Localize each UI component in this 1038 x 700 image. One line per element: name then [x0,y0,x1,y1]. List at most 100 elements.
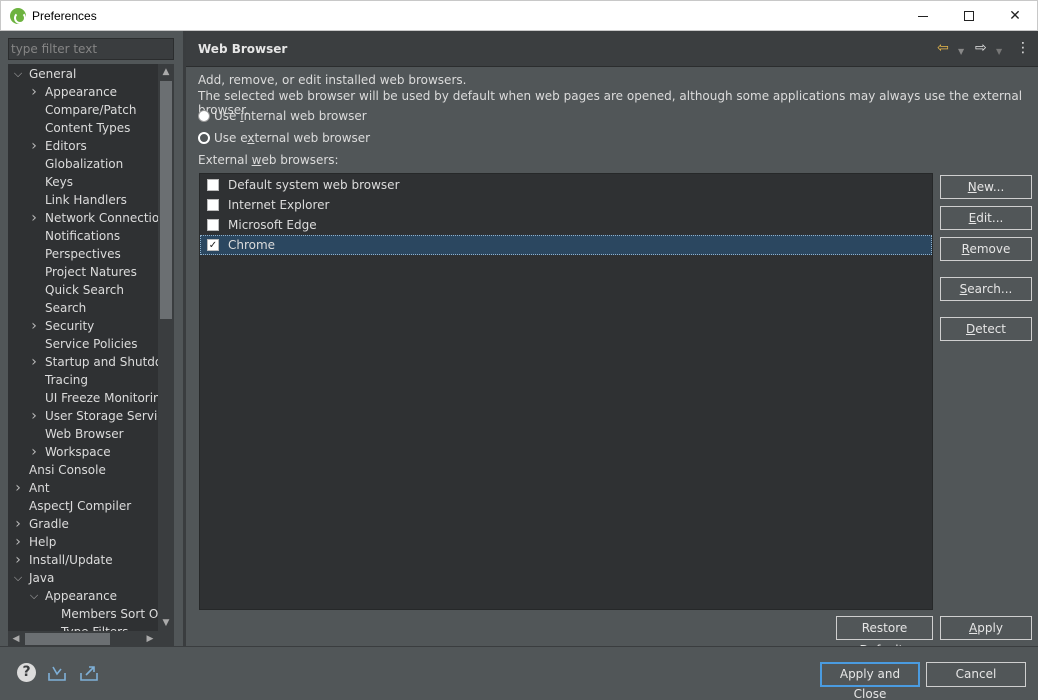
chevron-right-icon[interactable]: › [29,353,39,371]
scroll-down-icon[interactable]: ▼ [158,615,174,631]
scroll-thumb-horizontal[interactable] [25,633,110,645]
tree-item[interactable]: Search [8,299,158,317]
browser-list-item[interactable]: ✓ Chrome [200,235,932,255]
minimize-button[interactable] [900,1,946,31]
tree-item[interactable]: Perspectives [8,245,158,263]
tree-item[interactable]: ⌵ General [8,65,158,83]
chevron-down-icon[interactable]: ⌵ [13,65,23,83]
forward-arrow-icon[interactable]: ⇨ [975,40,987,56]
tree-item[interactable]: › Network Connection [8,209,158,227]
tree-item[interactable]: Web Browser [8,425,158,443]
remove-button[interactable]: Remove [940,237,1032,261]
minimize-icon [918,15,928,17]
browser-list-item[interactable]: Default system web browser [200,175,932,195]
close-button[interactable]: ✕ [992,1,1038,31]
tree-item[interactable]: › Workspace [8,443,158,461]
chevron-right-icon[interactable]: › [13,515,23,533]
view-menu-icon[interactable]: ⋮ [1016,40,1030,56]
tree-item[interactable]: Service Policies [8,335,158,353]
chevron-down-icon[interactable]: ⌵ [29,587,39,605]
tree-item[interactable]: UI Freeze Monitoring [8,389,158,407]
filter-input[interactable] [8,38,174,60]
tree-item[interactable]: Link Handlers [8,191,158,209]
cancel-button[interactable]: Cancel [926,662,1026,687]
tree-item-label: Link Handlers [45,193,127,207]
chevron-right-icon[interactable]: › [29,443,39,461]
back-dropdown-icon[interactable]: ▼ [958,44,964,60]
back-arrow-icon[interactable]: ⇦ [937,40,949,56]
scroll-thumb[interactable] [160,81,172,319]
tree-item[interactable]: AspectJ Compiler [8,497,158,515]
chevron-right-icon[interactable]: › [13,533,23,551]
tree-vertical-scrollbar[interactable]: ▲ ▼ [158,64,174,631]
tree-item[interactable]: › Editors [8,137,158,155]
tree-item-label: Startup and Shutdow [45,355,158,369]
tree-item[interactable]: Quick Search [8,281,158,299]
chevron-right-icon[interactable]: › [29,137,39,155]
apply-button[interactable]: Apply [940,616,1032,640]
tree-item-label: Appearance [45,85,118,99]
tree-item[interactable]: › Help [8,533,158,551]
external-browsers-list[interactable]: Default system web browser Internet Explo… [199,173,933,610]
tree-item[interactable]: › Gradle [8,515,158,533]
restore-defaults-button[interactable]: Restore Defaults [836,616,933,657]
browser-checkbox[interactable] [207,199,219,211]
browser-checkbox[interactable] [207,219,219,231]
maximize-button[interactable] [946,1,992,31]
tree-item[interactable]: › User Storage Service [8,407,158,425]
chevron-right-icon[interactable]: › [29,209,39,227]
tree-item[interactable]: › Ant [8,479,158,497]
tree-item[interactable]: Project Natures [8,263,158,281]
tree-item[interactable]: › Appearance [8,83,158,101]
browser-checkbox[interactable] [207,179,219,191]
scroll-corner [158,631,174,647]
chevron-down-icon[interactable]: ⌵ [13,569,23,587]
tree-item[interactable]: Notifications [8,227,158,245]
tree-horizontal-scrollbar[interactable]: ◀ ▶ [8,631,158,647]
tree-item-label: Web Browser [45,427,124,441]
tree-item[interactable]: Tracing [8,371,158,389]
tree-item-label: Perspectives [45,247,121,261]
tree-item[interactable]: › Security [8,317,158,335]
help-icon[interactable]: ? [17,663,36,682]
export-icon[interactable] [79,663,99,683]
tree-item[interactable]: Content Types [8,119,158,137]
tree-item[interactable]: Members Sort Ord [8,605,158,623]
tree-item[interactable]: ⌵ Appearance [8,587,158,605]
tree-item-label: Type Filters [61,623,128,631]
chevron-right-icon[interactable]: › [29,83,39,101]
browser-list-item[interactable]: Internet Explorer [200,195,932,215]
scroll-right-icon[interactable]: ▶ [142,631,158,647]
forward-dropdown-icon[interactable]: ▼ [996,44,1002,60]
edit-button[interactable]: Edit... [940,206,1032,230]
radio-indicator [198,132,210,144]
tree-item[interactable]: ⌵ Java [8,569,158,587]
chevron-right-icon[interactable]: › [29,317,39,335]
apply-and-close-button[interactable]: Apply and Close [820,662,920,700]
dialog-footer: ? Apply and Close Cancel [0,646,1038,700]
tree-item[interactable]: Compare/Patch [8,101,158,119]
tree-item-label: Java [29,571,55,585]
scroll-left-icon[interactable]: ◀ [8,631,24,647]
tree-item[interactable]: › Startup and Shutdow [8,353,158,371]
tree-item[interactable]: Type Filters [8,623,158,631]
browser-checkbox[interactable]: ✓ [207,239,219,251]
search-button[interactable]: Search... [940,277,1032,301]
tree-item[interactable]: › Install/Update [8,551,158,569]
detect-button[interactable]: Detect [940,317,1032,341]
new-button[interactable]: New... [940,175,1032,199]
chevron-right-icon[interactable]: › [29,407,39,425]
tree-item[interactable]: Keys [8,173,158,191]
radio-label: Use internal web browser [214,109,367,123]
tree-item[interactable]: Ansi Console [8,461,158,479]
tree-item[interactable]: Globalization [8,155,158,173]
tree-item-label: Ansi Console [29,463,106,477]
browser-list-item[interactable]: Microsoft Edge [200,215,932,235]
scroll-up-icon[interactable]: ▲ [158,64,174,80]
chevron-right-icon[interactable]: › [13,551,23,569]
import-icon[interactable] [47,663,67,683]
tree-item-label: Members Sort Ord [61,607,158,621]
tree-item-label: Install/Update [29,553,113,567]
chevron-right-icon[interactable]: › [13,479,23,497]
tree-item-label: Editors [45,139,87,153]
